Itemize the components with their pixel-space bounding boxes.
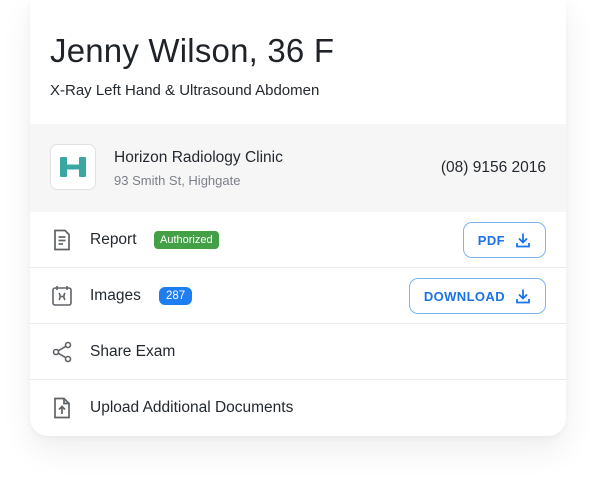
exam-title: X-Ray Left Hand & Ultrasound Abdomen [50,82,320,99]
document-icon [50,228,74,252]
download-icon [516,233,530,248]
report-label: Report [90,231,137,248]
clinic-name: Horizon Radiology Clinic [114,149,283,166]
share-exam-label: Share Exam [90,343,176,360]
authorized-badge: Authorized [154,231,219,249]
exam-card: Jenny Wilson, 36 F X-Ray Left Hand & Ult… [30,0,566,436]
download-button-label: DOWNLOAD [423,288,505,304]
share-exam-row[interactable]: Share Exam [30,324,566,380]
xray-image-icon [50,284,74,308]
upload-documents-label: Upload Additional Documents [90,399,294,416]
images-label: Images [90,287,141,304]
upload-file-icon [50,396,74,420]
images-download-button[interactable]: DOWNLOAD [408,278,546,314]
clinic-section: Horizon Radiology Clinic 93 Smith St, Hi… [30,124,566,212]
images-row[interactable]: Images 287 DOWNLOAD [30,268,566,324]
clinic-logo-icon [60,157,86,177]
patient-name: Jenny Wilson, 36 F [50,32,335,69]
pdf-button-label: PDF [477,232,505,248]
patient-header: Jenny Wilson, 36 F X-Ray Left Hand & Ult… [30,0,566,124]
clinic-address: 93 Smith St, Highgate [114,173,241,188]
report-row[interactable]: Report Authorized PDF [30,212,566,268]
pdf-download-button[interactable]: PDF [462,222,546,258]
clinic-logo [50,144,96,190]
share-icon [50,340,74,364]
upload-documents-row[interactable]: Upload Additional Documents [30,380,566,436]
images-count-badge: 287 [159,287,193,305]
clinic-phone[interactable]: (08) 9156 2016 [441,159,546,177]
download-icon [516,289,530,304]
